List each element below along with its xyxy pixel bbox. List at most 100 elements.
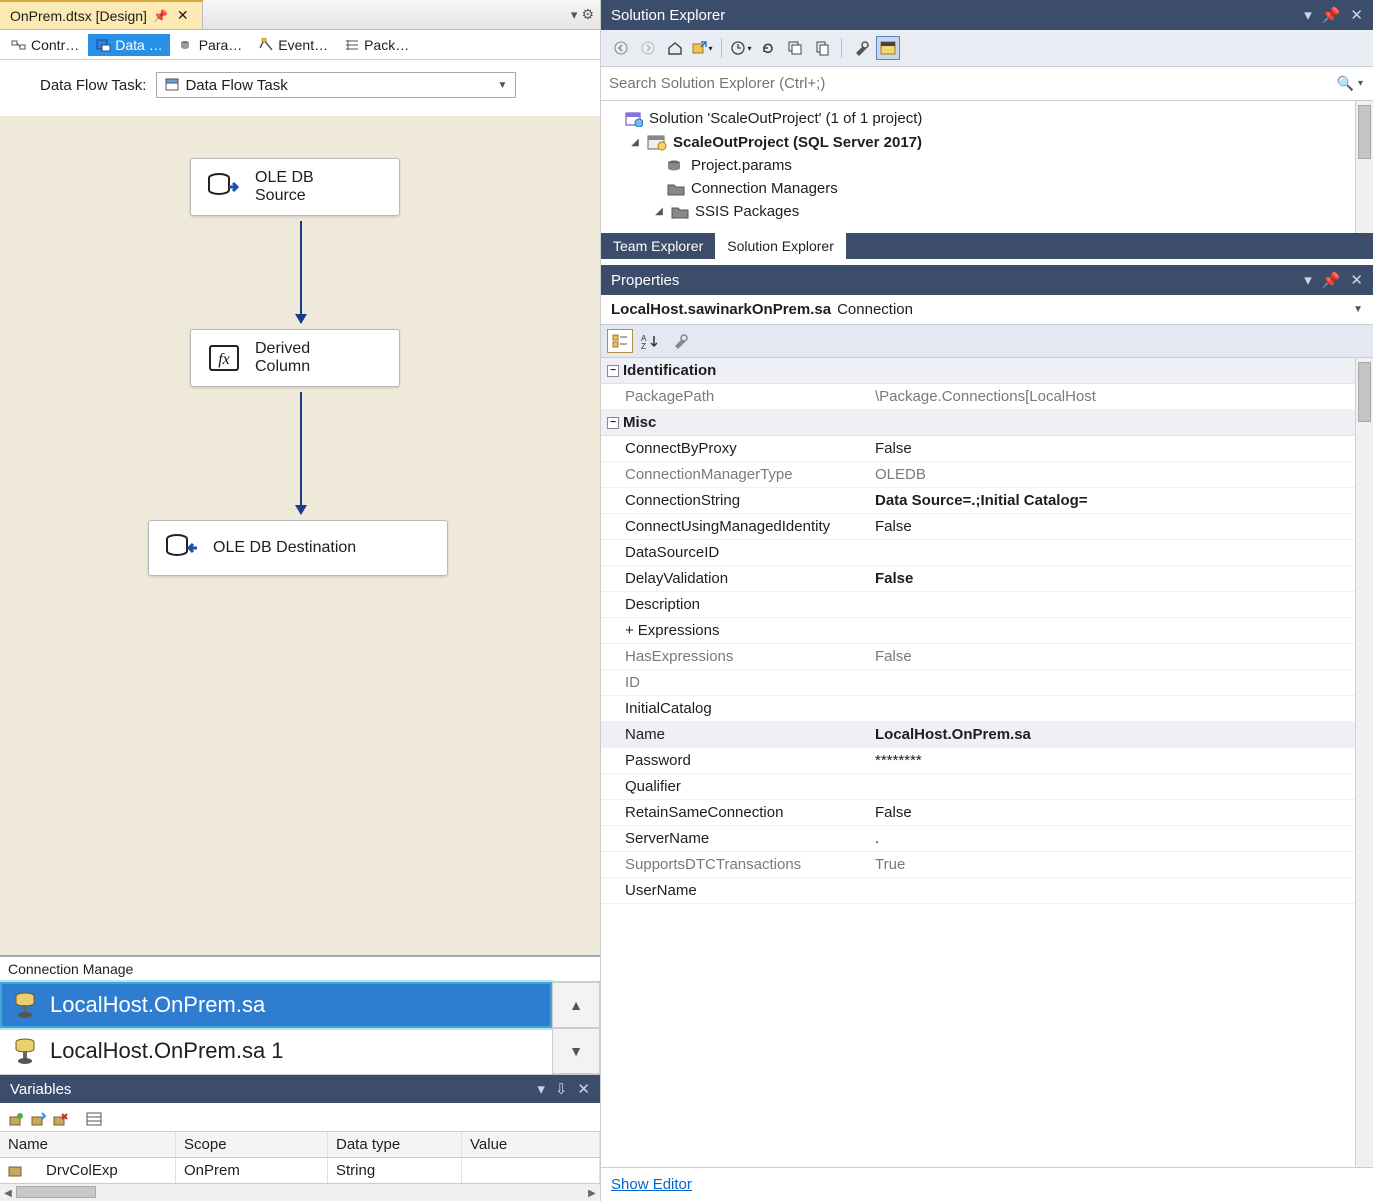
panel-tab[interactable]: Solution Explorer <box>715 233 846 259</box>
properties-object-selector[interactable]: LocalHost.sawinarkOnPrem.sa Connection ▼ <box>601 295 1373 325</box>
pin-icon[interactable]: 📌 <box>1322 6 1341 24</box>
property-row[interactable]: ConnectionManagerTypeOLEDB <box>601 462 1373 488</box>
design-canvas[interactable]: OLE DB Source fx Derived Column OLE DB D… <box>0 116 600 955</box>
property-row[interactable]: SupportsDTCTransactionsTrue <box>601 852 1373 878</box>
flow-arrow[interactable] <box>300 392 302 514</box>
connection-managers-node[interactable]: Connection Managers <box>605 177 1369 200</box>
sync-with-active-button[interactable]: ▾ <box>690 36 714 60</box>
nav-back-button[interactable] <box>609 36 633 60</box>
property-row[interactable]: DataSourceID <box>601 540 1373 566</box>
home-button[interactable] <box>663 36 687 60</box>
designer-tab-3[interactable]: Event… <box>251 34 335 56</box>
connection-scroll-down[interactable]: ▼ <box>552 1028 600 1074</box>
property-pages-button[interactable] <box>667 329 693 353</box>
variable-row[interactable]: DrvColExpOnPremString <box>0 1158 600 1183</box>
oledb-destination-node[interactable]: OLE DB Destination <box>148 520 448 576</box>
property-category[interactable]: −Misc <box>601 410 1373 436</box>
show-all-files-button[interactable] <box>810 36 834 60</box>
expander-icon[interactable]: ◢ <box>653 206 665 217</box>
expander-icon[interactable]: ◢ <box>629 137 641 148</box>
variables-scrollbar[interactable]: ◀ ▶ <box>0 1183 600 1201</box>
project-node[interactable]: ◢ ScaleOutProject (SQL Server 2017) <box>605 130 1369 154</box>
package-icon <box>165 78 179 92</box>
property-category[interactable]: −Identification <box>601 358 1373 384</box>
pin-icon[interactable]: 📌 <box>153 9 168 23</box>
pin-icon[interactable]: 📌 <box>1322 271 1341 289</box>
chevron-down-icon[interactable]: ▾ <box>1304 6 1312 24</box>
property-row[interactable]: ServerName. <box>601 826 1373 852</box>
chevron-down-icon[interactable]: ▾ <box>537 1080 545 1098</box>
solution-search-input[interactable] <box>609 75 1335 92</box>
close-icon[interactable]: ✕ <box>1350 6 1363 24</box>
categorized-button[interactable] <box>607 329 633 353</box>
close-icon[interactable]: ✕ <box>1350 271 1363 289</box>
connection-item[interactable]: LocalHost.OnPrem.sa <box>0 982 552 1028</box>
solution-explorer-scrollbar[interactable] <box>1355 101 1373 233</box>
search-icon[interactable]: 🔍 <box>1335 75 1356 92</box>
collapse-all-button[interactable] <box>783 36 807 60</box>
property-row[interactable]: +Expressions <box>601 618 1373 644</box>
property-row[interactable]: ConnectByProxyFalse <box>601 436 1373 462</box>
designer-tab-0[interactable]: Contr… <box>4 34 86 56</box>
variables-col-type[interactable]: Data type <box>328 1132 462 1157</box>
close-icon[interactable]: ✕ <box>577 1080 590 1098</box>
property-row[interactable]: HasExpressionsFalse <box>601 644 1373 670</box>
database-out-icon <box>207 170 241 204</box>
close-icon[interactable]: ✕ <box>174 7 192 24</box>
property-row[interactable]: NameLocalHost.OnPrem.sa <box>601 722 1373 748</box>
panel-tab[interactable]: Team Explorer <box>601 233 715 259</box>
scroll-left-icon[interactable]: ◀ <box>0 1184 16 1202</box>
property-row[interactable]: Description <box>601 592 1373 618</box>
alphabetical-button[interactable]: AZ <box>637 329 663 353</box>
designer-tab-2[interactable]: Para… <box>172 34 250 56</box>
property-row[interactable]: UserName <box>601 878 1373 904</box>
nav-forward-button[interactable] <box>636 36 660 60</box>
variables-col-scope[interactable]: Scope <box>176 1132 328 1157</box>
scroll-right-icon[interactable]: ▶ <box>584 1184 600 1202</box>
fx-icon: fx <box>207 341 241 375</box>
property-row[interactable]: PackagePath\Package.Connections[LocalHos… <box>601 384 1373 410</box>
pin-icon[interactable]: ⇩ <box>555 1080 568 1098</box>
move-variable-button[interactable] <box>30 1111 46 1127</box>
flow-arrow[interactable] <box>300 221 302 323</box>
oledb-source-node[interactable]: OLE DB Source <box>190 158 400 216</box>
refresh-button[interactable] <box>756 36 780 60</box>
properties-scrollbar[interactable] <box>1355 358 1373 1167</box>
document-tab[interactable]: OnPrem.dtsx [Design] 📌 ✕ <box>0 0 203 29</box>
collapse-icon[interactable]: − <box>607 365 619 377</box>
show-editor-link[interactable]: Show Editor <box>611 1176 692 1193</box>
variables-title: Variables <box>10 1081 71 1098</box>
property-row[interactable]: ID <box>601 670 1373 696</box>
connection-item[interactable]: LocalHost.OnPrem.sa 1 <box>0 1028 552 1074</box>
search-options-chevron-icon[interactable]: ▾ <box>1356 78 1365 89</box>
property-row[interactable]: ConnectionStringData Source=.;Initial Ca… <box>601 488 1373 514</box>
add-variable-button[interactable] <box>8 1111 24 1127</box>
property-row[interactable]: ConnectUsingManagedIdentityFalse <box>601 514 1373 540</box>
property-row[interactable]: InitialCatalog <box>601 696 1373 722</box>
chevron-down-icon[interactable]: ▾ <box>1304 271 1312 289</box>
derived-column-node[interactable]: fx Derived Column <box>190 329 400 387</box>
property-row[interactable]: Password******** <box>601 748 1373 774</box>
expand-icon[interactable]: + <box>625 622 634 639</box>
solution-node[interactable]: Solution 'ScaleOutProject' (1 of 1 proje… <box>605 107 1369 130</box>
property-row[interactable]: RetainSameConnectionFalse <box>601 800 1373 826</box>
connection-icon <box>12 990 38 1020</box>
gear-icon[interactable]: ⚙ <box>581 6 594 23</box>
variables-col-value[interactable]: Value <box>462 1132 600 1157</box>
variables-col-name[interactable]: Name <box>0 1132 176 1157</box>
ssis-packages-node[interactable]: ◢ SSIS Packages <box>605 200 1369 223</box>
designer-tab-4[interactable]: Pack… <box>337 34 416 56</box>
preview-button[interactable] <box>876 36 900 60</box>
connection-scroll-up[interactable]: ▲ <box>552 982 600 1028</box>
grid-options-button[interactable] <box>86 1111 102 1127</box>
data-flow-task-select[interactable]: Data Flow Task ▼ <box>156 72 516 98</box>
designer-tab-1[interactable]: Data … <box>88 34 169 56</box>
delete-variable-button[interactable] <box>52 1111 68 1127</box>
tab-menu-chevron-icon[interactable]: ▾ <box>571 7 578 23</box>
properties-button[interactable] <box>849 36 873 60</box>
project-params-node[interactable]: Project.params <box>605 154 1369 177</box>
property-row[interactable]: Qualifier <box>601 774 1373 800</box>
collapse-icon[interactable]: − <box>607 417 619 429</box>
property-row[interactable]: DelayValidationFalse <box>601 566 1373 592</box>
history-button[interactable]: ▾ <box>729 36 753 60</box>
